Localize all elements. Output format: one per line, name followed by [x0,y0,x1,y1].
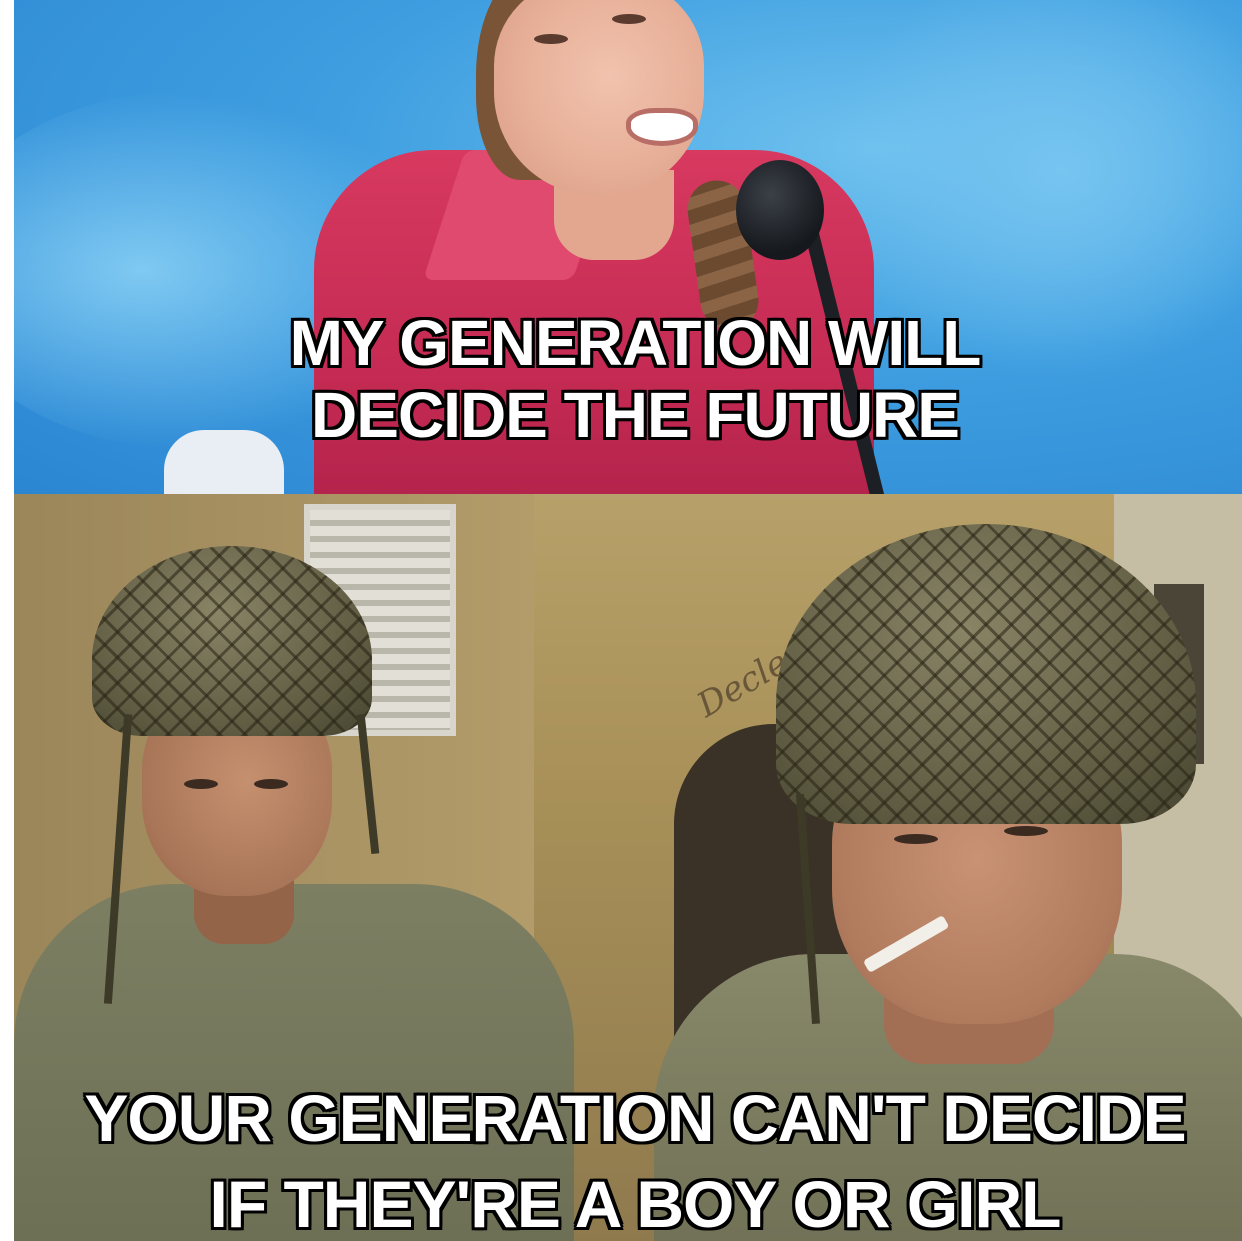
soldier-right-eye [1004,826,1048,836]
soldier-right-eye [894,834,938,844]
top-caption-line-1: MY GENERATION WILL [288,306,983,381]
microphone-icon [736,160,824,260]
top-caption-line-2: DECIDE THE FUTURE [310,378,962,453]
meme-image: Decle MY GENERATION WILL DECIDE THE FUTU… [0,0,1242,1241]
bottom-caption: YOUR GENERATION CAN'T DECIDE IF THEY'RE … [0,1075,1242,1241]
soldier-left-eye [184,779,218,789]
bottom-caption-line-2: IF THEY'RE A BOY OR GIRL [208,1166,1063,1241]
girl-eye-right [612,14,646,24]
top-caption: MY GENERATION WILL DECIDE THE FUTURE [0,306,1242,453]
soldier-left-eye [254,779,288,789]
girl-mouth [626,108,698,146]
girl-face [494,0,704,195]
girl-eye-left [534,34,568,44]
bottom-caption-line-1: YOUR GENERATION CAN'T DECIDE [83,1080,1188,1157]
